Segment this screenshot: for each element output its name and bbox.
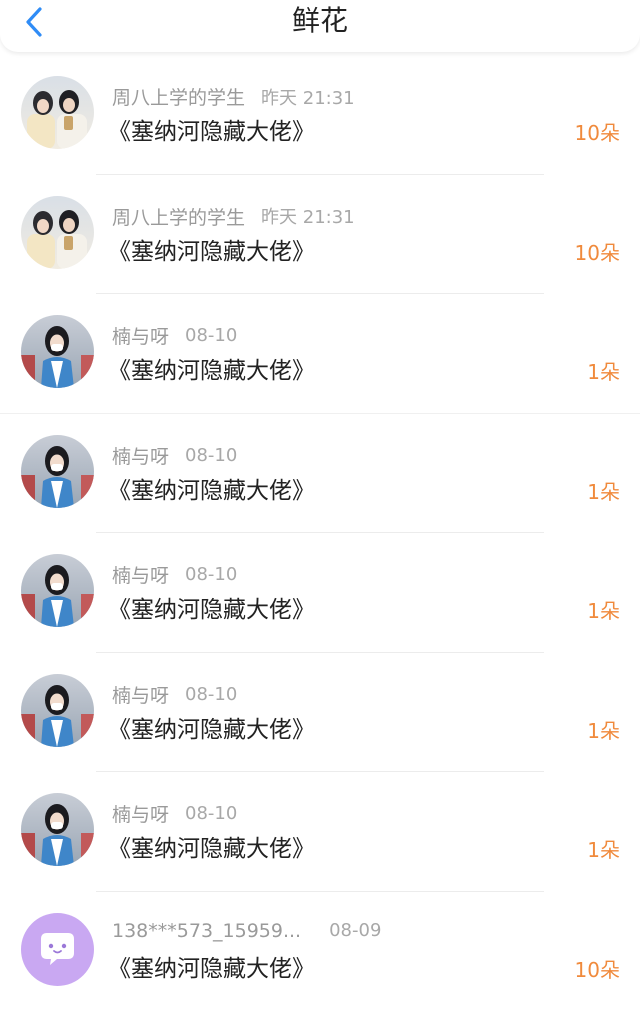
timestamp: 08-10 <box>185 325 238 346</box>
username[interactable]: 楠与呀 <box>112 565 169 587</box>
meta-line: 楠与呀 08-10 <box>112 561 237 587</box>
meta-line: 楠与呀 08-10 <box>112 681 237 707</box>
list-item[interactable]: 周八上学的学生 昨天 21:31 《塞纳河隐藏大佬》 10朵 <box>0 55 640 175</box>
flower-count: 1朵 <box>587 718 620 743</box>
list-item[interactable]: 楠与呀 08-10 《塞纳河隐藏大佬》 1朵 <box>0 772 640 892</box>
timestamp: 08-09 <box>329 920 382 941</box>
username[interactable]: 138***573_15959... <box>112 920 301 942</box>
book-title[interactable]: 《塞纳河隐藏大佬》 <box>108 356 315 386</box>
chat-bubble-avatar-icon <box>21 912 94 986</box>
book-title[interactable]: 《塞纳河隐藏大佬》 <box>108 954 315 984</box>
timestamp: 08-10 <box>185 683 238 705</box>
user-avatar[interactable] <box>21 434 94 508</box>
book-title[interactable]: 《塞纳河隐藏大佬》 <box>108 237 315 267</box>
timestamp: 08-10 <box>185 444 238 466</box>
flower-count: 10朵 <box>574 957 620 982</box>
flower-count: 10朵 <box>574 121 620 145</box>
list-item[interactable]: 138***573_15959... 08-09 《塞纳河隐藏大佬》 10朵 <box>0 892 640 1012</box>
user-avatar[interactable] <box>21 912 94 986</box>
photo-two-girls-avatar-icon <box>21 195 94 269</box>
timestamp: 昨天 21:31 <box>261 207 355 228</box>
photo-masked-girl-avatar-icon <box>21 434 94 508</box>
timestamp: 昨天 21:31 <box>261 87 355 109</box>
username[interactable]: 楠与呀 <box>112 446 169 468</box>
flower-count: 1朵 <box>587 838 620 862</box>
meta-line: 周八上学的学生 昨天 21:31 <box>112 83 355 109</box>
book-title[interactable]: 《塞纳河隐藏大佬》 <box>108 715 315 745</box>
username[interactable]: 楠与呀 <box>112 326 169 348</box>
user-avatar[interactable] <box>21 315 94 388</box>
book-title[interactable]: 《塞纳河隐藏大佬》 <box>108 117 315 147</box>
username[interactable]: 楠与呀 <box>112 685 169 707</box>
username[interactable]: 周八上学的学生 <box>112 87 245 109</box>
list-item[interactable]: 楠与呀 08-10 《塞纳河隐藏大佬》 1朵 <box>0 533 640 653</box>
user-avatar[interactable] <box>21 793 94 866</box>
photo-two-girls-avatar-icon <box>21 76 94 149</box>
flower-count: 10朵 <box>574 240 620 265</box>
list-item[interactable]: 楠与呀 08-10 《塞纳河隐藏大佬》 1朵 <box>0 653 640 772</box>
user-avatar[interactable] <box>21 195 94 269</box>
meta-line: 138***573_15959... 08-09 <box>112 920 381 946</box>
photo-masked-girl-avatar-icon <box>21 793 94 866</box>
list-item[interactable]: 楠与呀 08-10 《塞纳河隐藏大佬》 1朵 <box>0 414 640 533</box>
flower-count: 1朵 <box>587 599 620 623</box>
list-item[interactable]: 楠与呀 08-10 《塞纳河隐藏大佬》 1朵 <box>0 294 640 414</box>
username[interactable]: 楠与呀 <box>112 804 169 826</box>
photo-masked-girl-avatar-icon <box>21 315 94 388</box>
timestamp: 08-10 <box>185 803 238 824</box>
top-nav-bar: 鲜花 <box>0 0 640 52</box>
user-avatar[interactable] <box>21 673 94 747</box>
page-title: 鲜花 <box>291 4 348 37</box>
username[interactable]: 周八上学的学生 <box>112 207 245 229</box>
book-title[interactable]: 《塞纳河隐藏大佬》 <box>108 834 315 864</box>
meta-line: 周八上学的学生 昨天 21:31 <box>112 203 355 229</box>
photo-masked-girl-avatar-icon <box>21 554 94 627</box>
meta-line: 楠与呀 08-10 <box>112 442 237 468</box>
book-title[interactable]: 《塞纳河隐藏大佬》 <box>108 595 315 625</box>
flower-count: 1朵 <box>587 479 620 504</box>
user-avatar[interactable] <box>21 554 94 627</box>
photo-masked-girl-avatar-icon <box>21 673 94 747</box>
flower-record-list: 周八上学的学生 昨天 21:31 《塞纳河隐藏大佬》 10朵 周八上学的学生 昨天 … <box>0 55 640 1011</box>
meta-line: 楠与呀 08-10 <box>112 322 237 348</box>
user-avatar[interactable] <box>21 76 94 149</box>
list-item[interactable]: 周八上学的学生 昨天 21:31 《塞纳河隐藏大佬》 10朵 <box>0 175 640 294</box>
timestamp: 08-10 <box>185 564 238 585</box>
book-title[interactable]: 《塞纳河隐藏大佬》 <box>108 476 315 506</box>
flower-count: 1朵 <box>587 360 620 384</box>
meta-line: 楠与呀 08-10 <box>112 800 237 826</box>
